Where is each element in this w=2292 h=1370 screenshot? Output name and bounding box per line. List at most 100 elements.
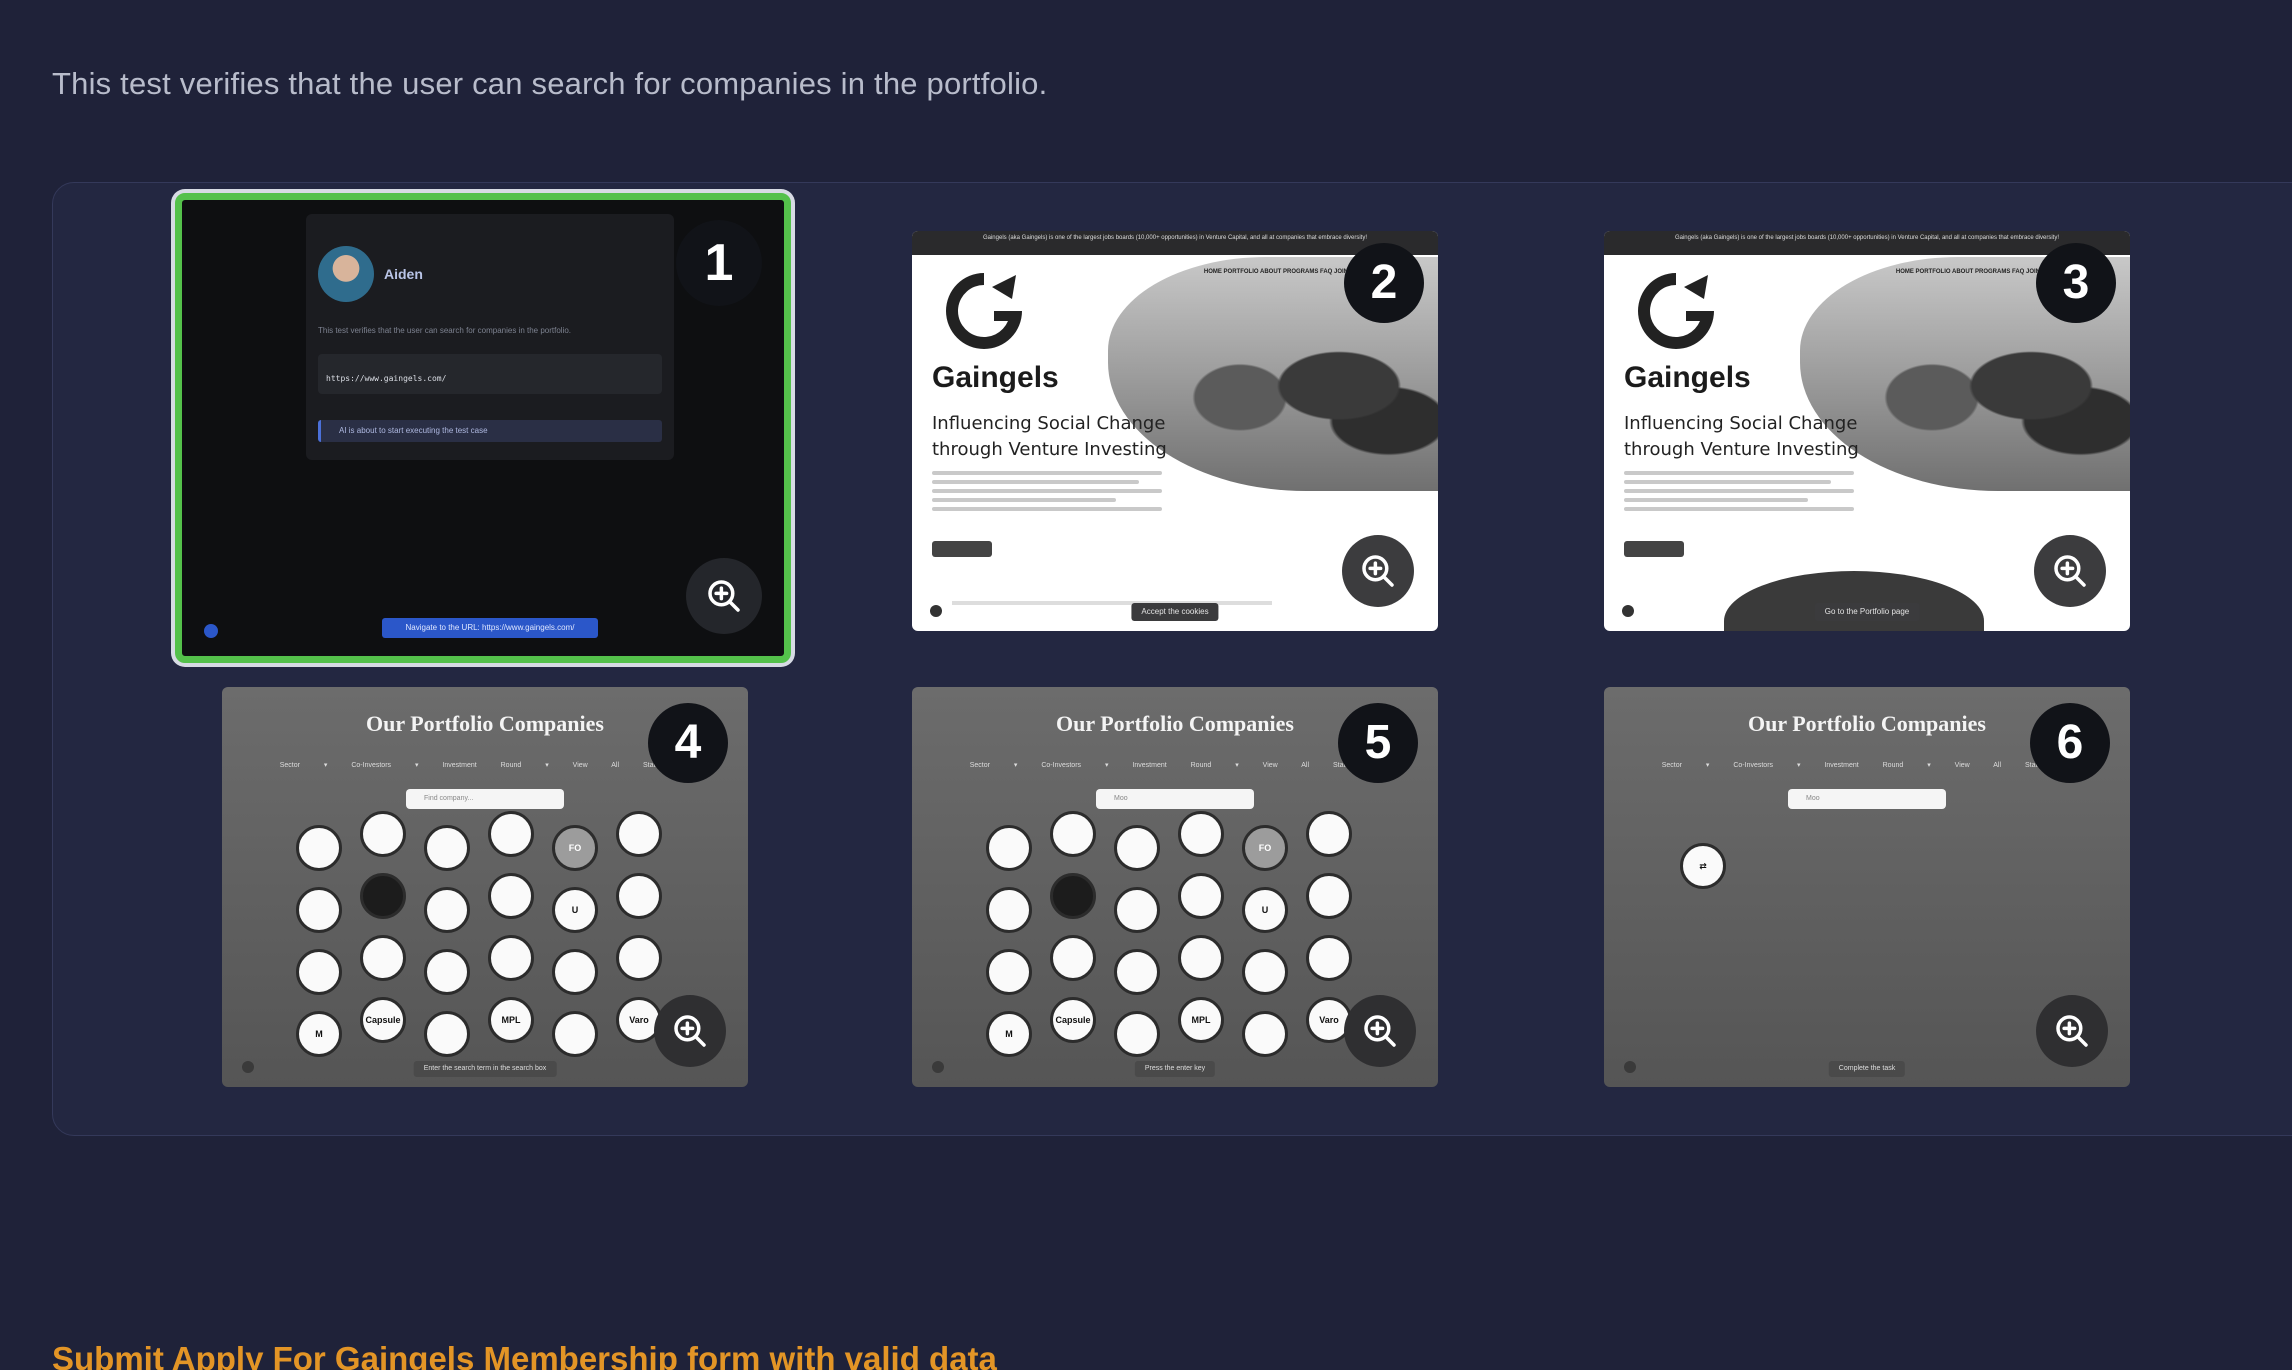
step-caption: Accept the cookies: [1131, 603, 1219, 621]
company-logo: [986, 825, 1032, 871]
zoom-in-icon[interactable]: [686, 558, 762, 634]
decorative-blob: [1724, 571, 1984, 631]
hero-text-lines: [932, 471, 1162, 516]
info-icon: [930, 605, 942, 617]
company-logo: [552, 1011, 598, 1057]
site-nav: HOME PORTFOLIO ABOUT PROGRAMS FAQ JOIN: [1203, 269, 1348, 275]
hero-button: [932, 541, 992, 557]
company-logo: [1114, 887, 1160, 933]
company-logo: Capsule: [360, 997, 406, 1043]
company-logo: M: [986, 1011, 1032, 1057]
info-icon: [1624, 1061, 1636, 1073]
company-logo: U: [552, 887, 598, 933]
zoom-in-icon[interactable]: [1342, 535, 1414, 607]
company-logo: [616, 811, 662, 857]
step-caption: Press the enter key: [1134, 1061, 1216, 1077]
step-thumbnail-1[interactable]: Aiden This test verifies that the user c…: [175, 193, 791, 663]
company-logo: MPL: [488, 997, 534, 1043]
company-logo: Capsule: [1050, 997, 1096, 1043]
zoom-in-icon[interactable]: [654, 995, 726, 1067]
company-logo: [1242, 1011, 1288, 1057]
step-caption: Complete the task: [1828, 1061, 1906, 1077]
company-logo: [424, 825, 470, 871]
card-body-text: This test verifies that the user can sea…: [318, 326, 572, 335]
company-logo: [1114, 949, 1160, 995]
company-logo: [1178, 935, 1224, 981]
company-logo: [424, 1011, 470, 1057]
cookie-banner: [952, 601, 1272, 605]
company-logo: [986, 949, 1032, 995]
avatar: [318, 246, 374, 302]
company-logo: [360, 935, 406, 981]
company-logo: [1242, 949, 1288, 995]
step-caption: Go to the Portfolio page: [1814, 603, 1920, 621]
step-number-badge: 3: [2036, 243, 2116, 323]
test-description: This test verifies that the user can sea…: [52, 66, 1048, 101]
zoom-in-icon[interactable]: [2034, 535, 2106, 607]
company-logo: [360, 873, 406, 919]
company-logo: [986, 887, 1032, 933]
screenshot-gallery: Aiden This test verifies that the user c…: [52, 182, 2292, 1136]
company-logo: [1050, 935, 1096, 981]
step-thumbnail-4[interactable]: Our Portfolio Companies Sector ▾ Co-Inve…: [222, 687, 748, 1087]
company-logo: ⇄: [1680, 843, 1726, 889]
portfolio-search-input: Moo: [1096, 789, 1254, 809]
company-logo: FO: [1242, 825, 1288, 871]
zoom-in-icon[interactable]: [1344, 995, 1416, 1067]
company-logo: [488, 873, 534, 919]
company-logo: [488, 935, 534, 981]
company-logo: [1306, 811, 1352, 857]
step-number-badge: 2: [1344, 243, 1424, 323]
hero-subtitle: Influencing Social Change through Ventur…: [1624, 413, 1859, 460]
step-thumbnail-5[interactable]: Our Portfolio Companies Sector ▾ Co-Inve…: [912, 687, 1438, 1087]
company-logo: FO: [552, 825, 598, 871]
company-logo: [1050, 811, 1096, 857]
status-alert: AI is about to start executing the test …: [318, 420, 662, 442]
user-name: Aiden: [384, 266, 423, 282]
company-logo: [616, 935, 662, 981]
url-field: https://www.gaingels.com/: [318, 354, 662, 394]
step-number-badge: 1: [676, 220, 762, 306]
brand-title: Gaingels: [932, 361, 1059, 394]
step-thumbnail-3[interactable]: Gaingels (aka Gaingels) is one of the la…: [1604, 231, 2130, 631]
company-logo: [296, 949, 342, 995]
company-logo: [1114, 825, 1160, 871]
info-icon: [204, 624, 218, 638]
company-logo: [1306, 935, 1352, 981]
app-card: Aiden This test verifies that the user c…: [306, 214, 674, 460]
zoom-in-icon[interactable]: [2036, 995, 2108, 1067]
company-logo: [1306, 873, 1352, 919]
step-number-badge: 6: [2030, 703, 2110, 783]
company-logo: [488, 811, 534, 857]
company-logo: [424, 887, 470, 933]
step-caption: Enter the search term in the search box: [413, 1061, 557, 1077]
info-icon: [932, 1061, 944, 1073]
next-test-title[interactable]: Submit Apply For Gaingels Membership for…: [52, 1340, 997, 1370]
step-thumbnail-2[interactable]: Gaingels (aka Gaingels) is one of the la…: [912, 231, 1438, 631]
company-logo: [1178, 873, 1224, 919]
gaingels-logo-icon: [1638, 273, 1714, 349]
company-logo: [616, 873, 662, 919]
hero-subtitle: Influencing Social Change through Ventur…: [932, 413, 1167, 460]
step-caption: Navigate to the URL: https://www.gaingel…: [382, 618, 598, 638]
company-logo: [1114, 1011, 1160, 1057]
site-nav: HOME PORTFOLIO ABOUT PROGRAMS FAQ JOIN: [1895, 269, 2040, 275]
step-number-badge: 4: [648, 703, 728, 783]
company-logo: [296, 887, 342, 933]
gaingels-logo-icon: [946, 273, 1022, 349]
company-logo: U: [1242, 887, 1288, 933]
step-number-badge: 5: [1338, 703, 1418, 783]
portfolio-search-input: Moo: [1788, 789, 1946, 809]
portfolio-search-input: Find company...: [406, 789, 564, 809]
company-logo: [424, 949, 470, 995]
step-thumbnail-6[interactable]: Our Portfolio Companies Sector ▾ Co-Inve…: [1604, 687, 2130, 1087]
brand-title: Gaingels: [1624, 361, 1751, 394]
hero-button: [1624, 541, 1684, 557]
info-icon: [1622, 605, 1634, 617]
hero-text-lines: [1624, 471, 1854, 516]
company-logo: [296, 825, 342, 871]
company-logo: M: [296, 1011, 342, 1057]
company-logo: [1050, 873, 1096, 919]
company-logo: [360, 811, 406, 857]
company-logo: [552, 949, 598, 995]
